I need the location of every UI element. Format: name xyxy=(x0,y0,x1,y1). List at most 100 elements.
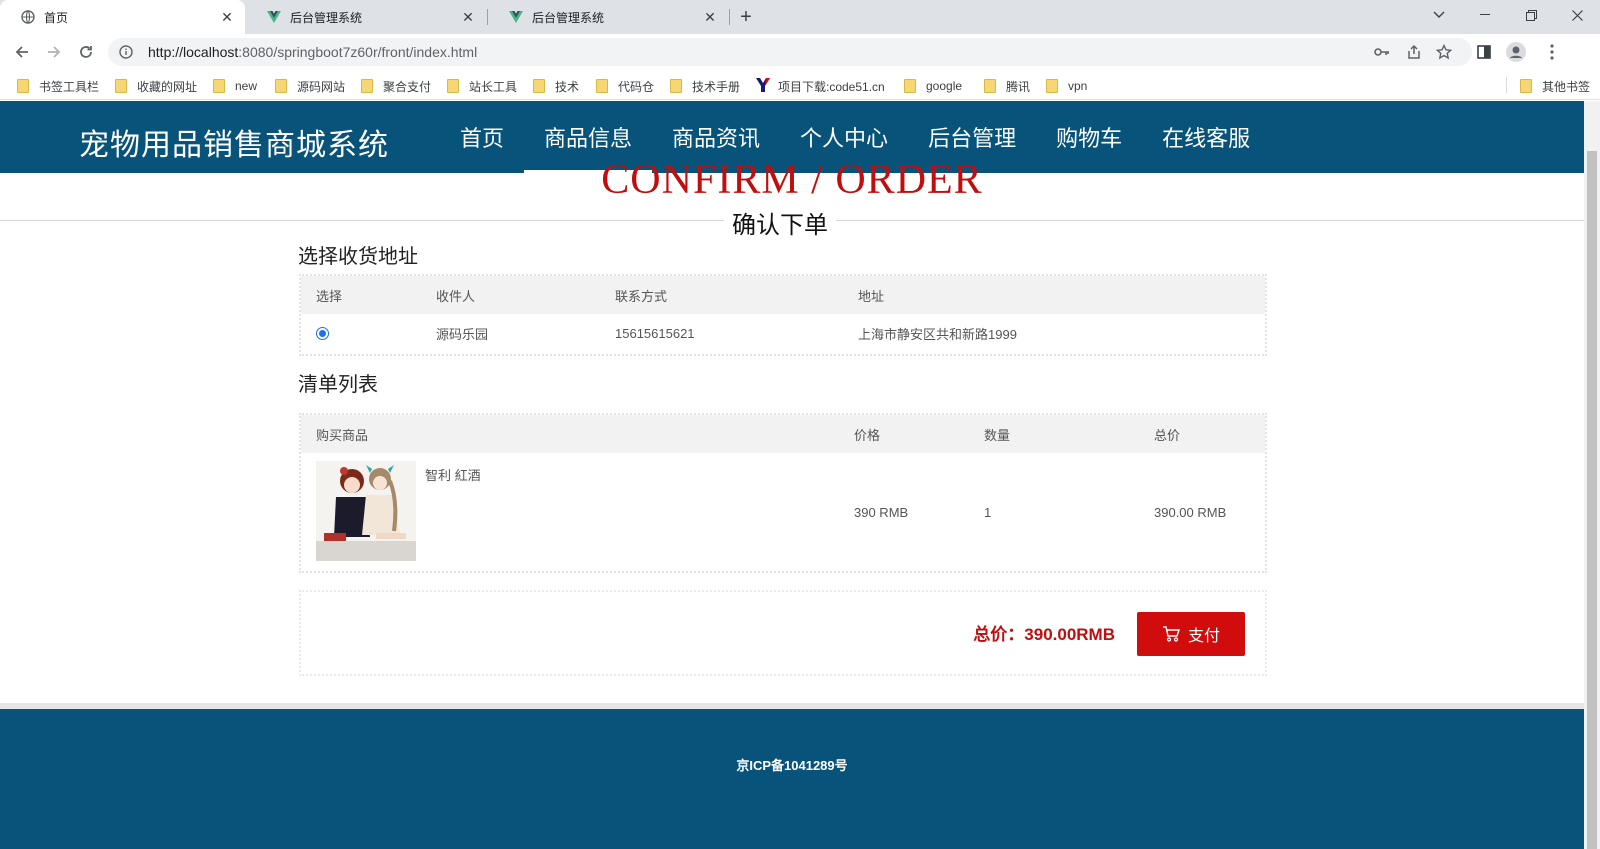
restore-icon[interactable] xyxy=(1508,0,1554,30)
recipient-address: 上海市静安区共和新路1999 xyxy=(858,326,1017,342)
item-total: 390.00 RMB xyxy=(1154,504,1227,520)
page-title: 确认下单 xyxy=(724,205,836,240)
item-quantity: 1 xyxy=(984,504,992,520)
menu-dots-icon[interactable] xyxy=(1540,40,1564,64)
product-image[interactable] xyxy=(316,461,416,561)
close-tab-icon[interactable]: ✕ xyxy=(219,9,235,25)
folder-icon xyxy=(1046,79,1058,93)
column-header: 选择 xyxy=(316,288,343,304)
column-header: 数量 xyxy=(984,427,1011,443)
bookmark-label: 技术 xyxy=(555,79,580,94)
browser-tab-home[interactable]: 首页 ✕ xyxy=(0,0,245,34)
bookmark-item[interactable]: 技术手册 xyxy=(670,77,740,95)
other-bookmarks[interactable]: 其他书签 xyxy=(1520,77,1590,95)
pay-button[interactable]: 支付 xyxy=(1137,612,1245,656)
folder-icon xyxy=(275,79,287,93)
order-items-table: 购买商品 价格 数量 总价 智利 紅酒 390 RMB 1 390.00 RMB xyxy=(299,413,1267,573)
column-header: 联系方式 xyxy=(615,288,668,304)
radio-selected-icon[interactable] xyxy=(316,326,329,340)
order-item-row: 智利 紅酒 390 RMB 1 390.00 RMB xyxy=(301,453,1265,571)
tab-divider xyxy=(729,9,730,25)
folder-icon xyxy=(596,79,608,93)
column-header: 收件人 xyxy=(436,288,476,304)
order-total: 总价：390.00RMB xyxy=(973,625,1115,644)
folder-icon xyxy=(1520,79,1532,93)
address-table: 选择 收件人 联系方式 地址 源码乐园 15615615621 上海市静安区共和… xyxy=(299,274,1267,356)
bookmark-item[interactable]: vpn xyxy=(1046,77,1087,95)
forward-arrow-icon[interactable] xyxy=(42,40,66,64)
bookmark-label: 其他书签 xyxy=(1542,79,1591,94)
bookmark-star-icon[interactable] xyxy=(1432,40,1456,64)
icp-record[interactable]: 京ICP备1041289号 xyxy=(0,755,1584,774)
bookmark-divider xyxy=(1506,77,1507,93)
cart-icon xyxy=(1162,626,1180,642)
url-path: :8080/springboot7z60r/front/index.html xyxy=(238,44,478,60)
back-arrow-icon[interactable] xyxy=(10,40,34,64)
item-price: 390 RMB xyxy=(854,504,909,520)
close-tab-icon[interactable]: ✕ xyxy=(702,9,718,25)
minimize-icon[interactable] xyxy=(1462,0,1508,30)
new-tab-button[interactable]: + xyxy=(735,6,757,28)
folder-icon xyxy=(904,79,916,93)
folder-icon xyxy=(115,79,127,93)
share-icon[interactable] xyxy=(1402,40,1426,64)
address-section-title: 选择收货地址 xyxy=(298,246,418,268)
bookmark-item[interactable]: 技术 xyxy=(533,77,579,95)
pay-button-label: 支付 xyxy=(1187,628,1220,645)
globe-icon xyxy=(20,9,36,25)
tab-title: 后台管理系统 xyxy=(290,10,363,25)
folder-icon xyxy=(533,79,545,93)
profile-avatar-icon[interactable] xyxy=(1504,40,1528,64)
bookmark-label: 技术手册 xyxy=(692,79,741,94)
scrollbar-thumb[interactable] xyxy=(1587,151,1597,849)
recipient-name: 源码乐园 xyxy=(436,326,489,342)
browser-tab-admin-2[interactable]: 后台管理系统 ✕ xyxy=(488,0,728,34)
bookmark-item[interactable]: 腾讯 xyxy=(984,77,1030,95)
bookmark-item[interactable]: 项目下载:code51.cn xyxy=(756,77,885,95)
bookmark-label: 源码网站 xyxy=(297,79,346,94)
folder-icon xyxy=(670,79,682,93)
bookmark-label: 腾讯 xyxy=(1006,79,1031,94)
browser-tab-strip: 首页 ✕ 后台管理系统 ✕ 后台管理系统 ✕ + xyxy=(0,0,1600,34)
payment-summary: 总价：390.00RMB 支付 xyxy=(299,590,1267,676)
bookmark-item[interactable]: 站长工具 xyxy=(447,77,517,95)
vue-logo-icon xyxy=(508,9,524,25)
bookmarks-bar: 书签工具栏 收藏的网址 new 源码网站 聚合支付 站长工具 技术 代码仓 技术… xyxy=(0,70,1600,100)
bookmark-label: new xyxy=(235,79,258,93)
key-icon[interactable] xyxy=(1370,40,1394,64)
close-window-icon[interactable] xyxy=(1554,0,1600,30)
tab-title: 首页 xyxy=(44,10,69,25)
browser-tab-admin-1[interactable]: 后台管理系统 ✕ xyxy=(246,0,486,34)
bookmark-item[interactable]: 收藏的网址 xyxy=(115,77,197,95)
bookmark-item[interactable]: 聚合支付 xyxy=(361,77,431,95)
site-info-icon[interactable] xyxy=(118,44,134,60)
reload-icon[interactable] xyxy=(74,40,98,64)
order-list-title: 清单列表 xyxy=(298,374,378,396)
site-footer: 京ICP备1041289号 xyxy=(0,709,1584,849)
recipient-phone: 15615615621 xyxy=(615,325,695,341)
address-radio[interactable] xyxy=(316,314,329,352)
folder-icon xyxy=(361,79,373,93)
bookmark-item[interactable]: 书签工具栏 xyxy=(17,77,99,95)
bookmark-item[interactable]: new xyxy=(213,77,257,95)
bookmark-label: 聚合支付 xyxy=(383,79,432,94)
column-header: 价格 xyxy=(854,427,881,443)
page-heading-english: CONFIRM / ORDER xyxy=(601,157,983,203)
address-table-header: 选择 收件人 联系方式 地址 xyxy=(301,276,1265,314)
product-name[interactable]: 智利 紅酒 xyxy=(425,465,481,483)
close-tab-icon[interactable]: ✕ xyxy=(460,9,476,25)
side-panel-icon[interactable] xyxy=(1472,40,1496,64)
bookmark-label: 项目下载:code51.cn xyxy=(778,79,885,94)
bookmark-item[interactable]: 代码仓 xyxy=(596,77,654,95)
address-row[interactable]: 源码乐园 15615615621 上海市静安区共和新路1999 xyxy=(301,314,1265,352)
folder-icon xyxy=(17,79,29,93)
page-scrollbar[interactable] xyxy=(1584,101,1600,849)
tab-title: 后台管理系统 xyxy=(532,10,605,25)
bookmark-label: 收藏的网址 xyxy=(137,79,198,94)
bookmark-label: 书签工具栏 xyxy=(39,79,100,94)
bookmark-item[interactable]: 源码网站 xyxy=(275,77,345,95)
bookmark-label: google xyxy=(926,79,963,93)
address-bar[interactable]: http://localhost:8080/springboot7z60r/fr… xyxy=(108,38,1472,66)
bookmark-item[interactable]: google xyxy=(904,77,962,95)
tab-search-icon[interactable] xyxy=(1416,0,1462,30)
